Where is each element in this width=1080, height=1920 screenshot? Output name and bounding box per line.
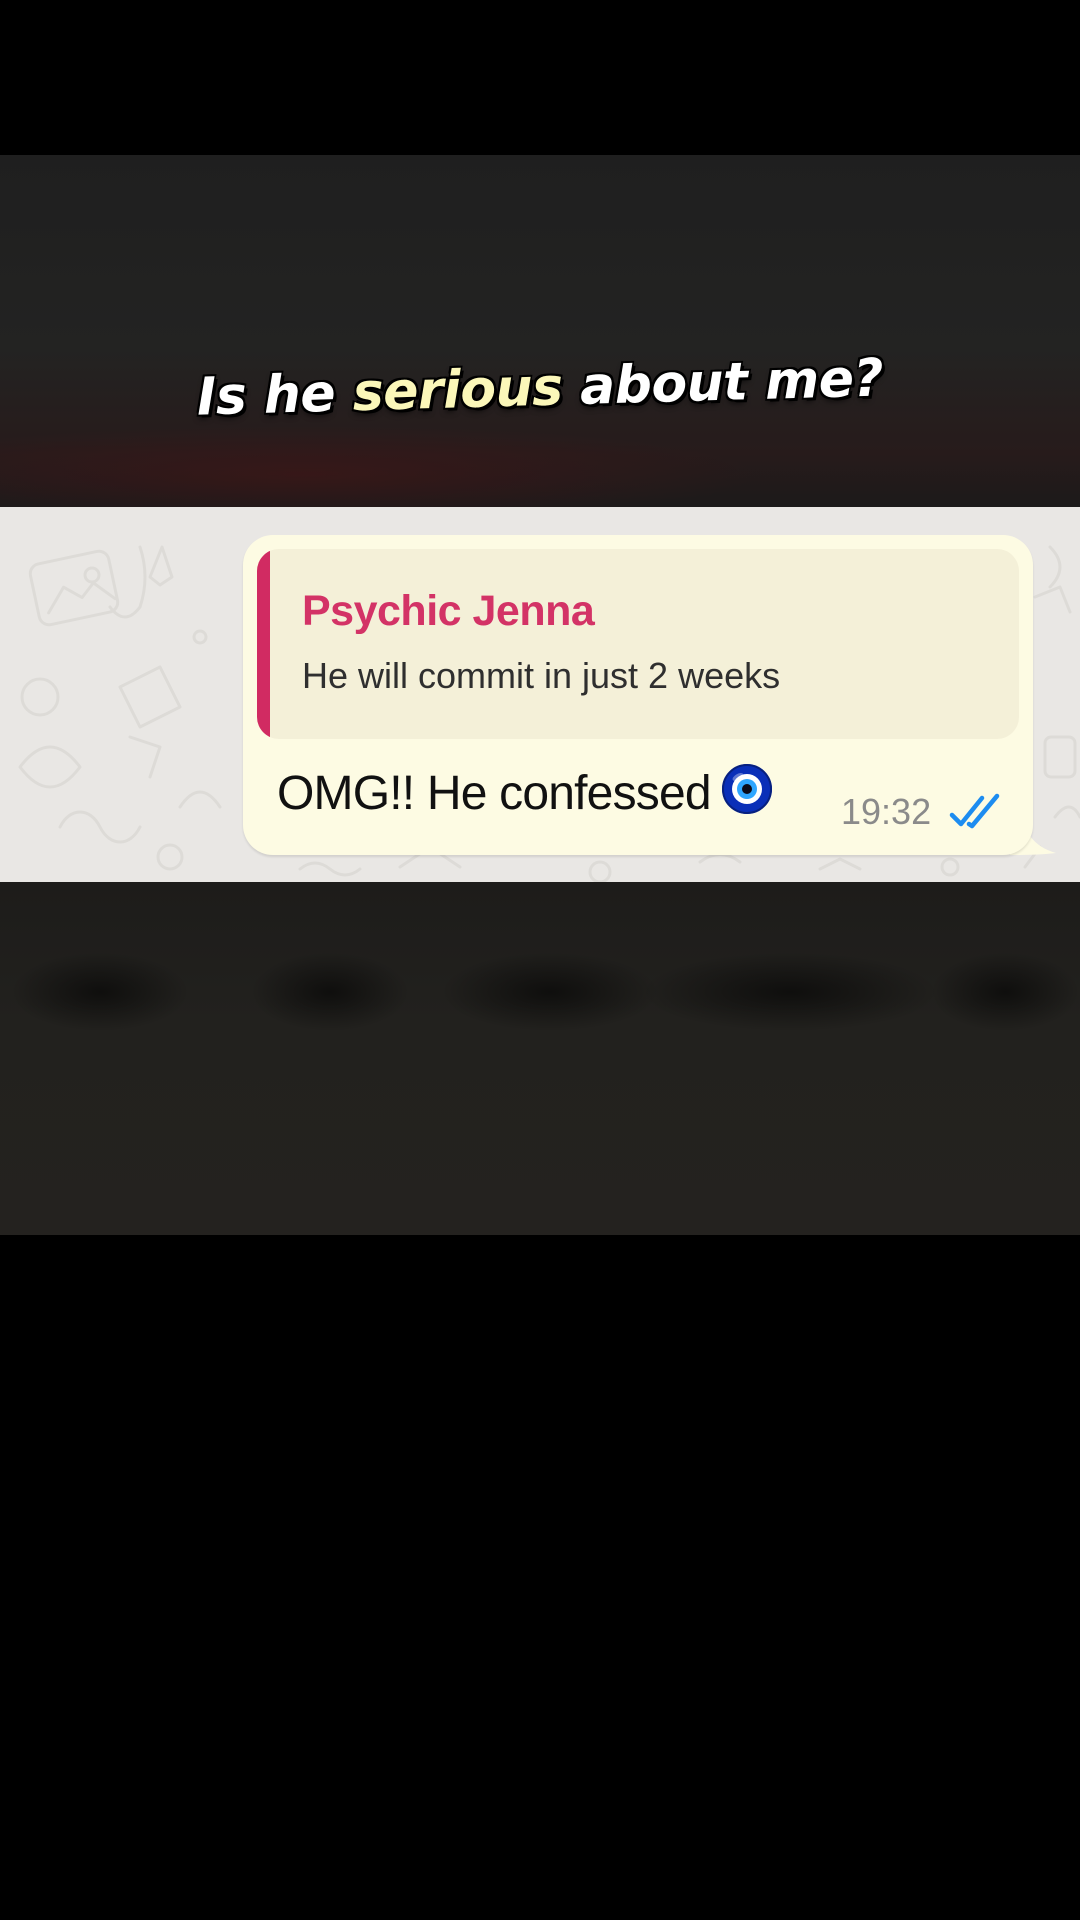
caption-text-after: about me? (561, 348, 884, 418)
caption-highlight-word: serious (351, 357, 564, 424)
caption-text-before: Is he (196, 363, 354, 428)
message-body: OMG!! He confessed (277, 763, 773, 821)
nazar-amulet-icon (721, 764, 772, 814)
message-text: OMG!! He confessed (277, 767, 712, 820)
video-frame: Is he serious about me? Psychic Jenna He… (0, 0, 1080, 1920)
message-time: 19:32 (841, 791, 932, 832)
quoted-reply[interactable]: Psychic Jenna He will commit in just 2 w… (257, 549, 1019, 739)
double-check-read-icon (949, 793, 1000, 829)
quote-author-name: Psychic Jenna (302, 587, 595, 635)
quote-text: He will commit in just 2 weeks (302, 655, 781, 696)
quote-accent-bar (257, 549, 270, 739)
blurred-background-bottom (0, 882, 1080, 1235)
chat-screenshot: Psychic Jenna He will commit in just 2 w… (0, 507, 1080, 882)
outgoing-message-bubble[interactable]: Psychic Jenna He will commit in just 2 w… (243, 535, 1033, 855)
blurred-background-top (0, 155, 1080, 507)
